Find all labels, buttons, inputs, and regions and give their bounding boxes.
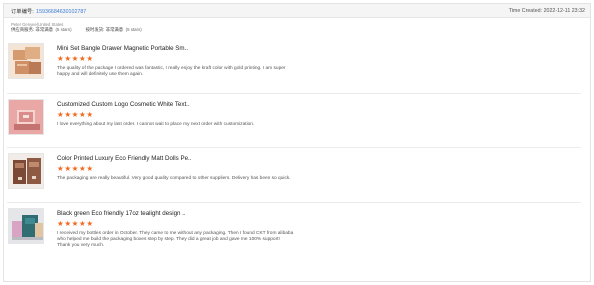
- review-text: I love everything about my last order. I…: [57, 121, 255, 127]
- star-icon: ★: [64, 54, 72, 63]
- star-icon: ★: [57, 218, 64, 228]
- product-thumbnail[interactable]: [8, 43, 44, 79]
- review-text: The quality of the package I ordered was…: [57, 66, 286, 78]
- star-icon: ★: [71, 218, 79, 228]
- star-icon: ★: [71, 54, 79, 63]
- product-thumbnail[interactable]: [8, 153, 44, 189]
- star-icon: ★: [71, 109, 79, 119]
- teal-boxes-image: [9, 208, 43, 243]
- star-rating: ★ ★ ★ ★ ★: [57, 109, 567, 119]
- order-number-label: 订单编号:: [11, 8, 34, 15]
- star-icon: ★: [86, 54, 94, 63]
- order-ratings: 供应商服务: 非常满意 (5 stars) 按时发货: 非常满意 (5 star…: [4, 26, 590, 33]
- star-icon: ★: [71, 164, 79, 173]
- brown-drawer-boxes-image: [9, 154, 43, 188]
- star-rating: ★ ★ ★ ★ ★: [57, 165, 567, 173]
- review-info: Mini Set Bangle Drawer Magnetic Portable…: [57, 45, 567, 79]
- star-icon: ★: [78, 54, 86, 63]
- on-time-delivery-label: 按时发货:: [85, 27, 105, 32]
- star-rating: ★ ★ ★ ★ ★: [57, 218, 567, 228]
- time-created-value: 2022-12-11 23:32: [543, 7, 585, 14]
- star-icon: ★: [64, 218, 72, 228]
- star-icon: ★: [57, 164, 64, 173]
- product-title-link[interactable]: Black green Eco friendly 17oz tealight d…: [57, 210, 567, 217]
- review-item: Black green Eco friendly 17oz tealight d…: [7, 201, 581, 264]
- product-thumbnail[interactable]: [8, 98, 44, 135]
- product-title-link[interactable]: Customized Custom Logo Cosmetic White Te…: [57, 101, 567, 108]
- star-rating: ★ ★ ★ ★ ★: [57, 55, 567, 63]
- supplier-service-value: 非常满意: [35, 27, 53, 32]
- order-number-link[interactable]: 15936684630102787: [36, 9, 86, 15]
- order-time: Time Created: 2022-12-11 23:32: [509, 8, 585, 14]
- order-number-block: 订单编号: 15936684630102787: [11, 7, 86, 15]
- supplier-service-label: 供应商服务:: [11, 27, 35, 32]
- star-icon: ★: [86, 109, 94, 119]
- review-info: Color Printed Luxury Eco Friendly Matt D…: [57, 155, 567, 182]
- on-time-delivery-value: 非常满意: [105, 27, 124, 32]
- star-icon: ★: [64, 109, 72, 119]
- star-icon: ★: [86, 218, 94, 228]
- review-info: Customized Custom Logo Cosmetic White Te…: [57, 101, 567, 128]
- star-icon: ★: [86, 164, 94, 173]
- on-time-delivery-stars: (5 stars): [125, 27, 142, 32]
- product-thumbnail[interactable]: [8, 207, 44, 244]
- pink-boxes-image: [9, 99, 43, 134]
- star-icon: ★: [64, 164, 72, 173]
- review-list: Mini Set Bangle Drawer Magnetic Portable…: [7, 38, 581, 264]
- review-text: I received my bottles order in October. …: [57, 230, 294, 249]
- supplier-service-rating: 供应商服务: 非常满意 (5 stars): [11, 27, 72, 33]
- review-item: Customized Custom Logo Cosmetic White Te…: [7, 92, 581, 148]
- review-text: The packaging are really beautiful. Very…: [57, 176, 291, 181]
- star-icon: ★: [57, 54, 64, 63]
- review-item: Color Printed Luxury Eco Friendly Matt D…: [7, 147, 581, 202]
- kraft-boxes-image: [9, 44, 43, 78]
- on-time-delivery-rating: 按时发货: 非常满意 (5 stars): [86, 27, 142, 33]
- review-item: Mini Set Bangle Drawer Magnetic Portable…: [7, 38, 581, 93]
- star-icon: ★: [57, 109, 64, 119]
- star-icon: ★: [78, 218, 86, 228]
- supplier-service-stars: (5 stars): [55, 27, 72, 32]
- order-header: 订单编号: 15936684630102787 Time Created: 20…: [4, 4, 590, 18]
- product-title-link[interactable]: Mini Set Bangle Drawer Magnetic Portable…: [57, 45, 567, 52]
- star-icon: ★: [78, 164, 86, 173]
- product-title-link[interactable]: Color Printed Luxury Eco Friendly Matt D…: [57, 155, 567, 162]
- seller-location: Peter Genyee(United States: [11, 22, 64, 27]
- review-info: Black green Eco friendly 17oz tealight d…: [57, 210, 567, 250]
- time-created-label: Time Created:: [508, 7, 543, 14]
- star-icon: ★: [78, 109, 86, 119]
